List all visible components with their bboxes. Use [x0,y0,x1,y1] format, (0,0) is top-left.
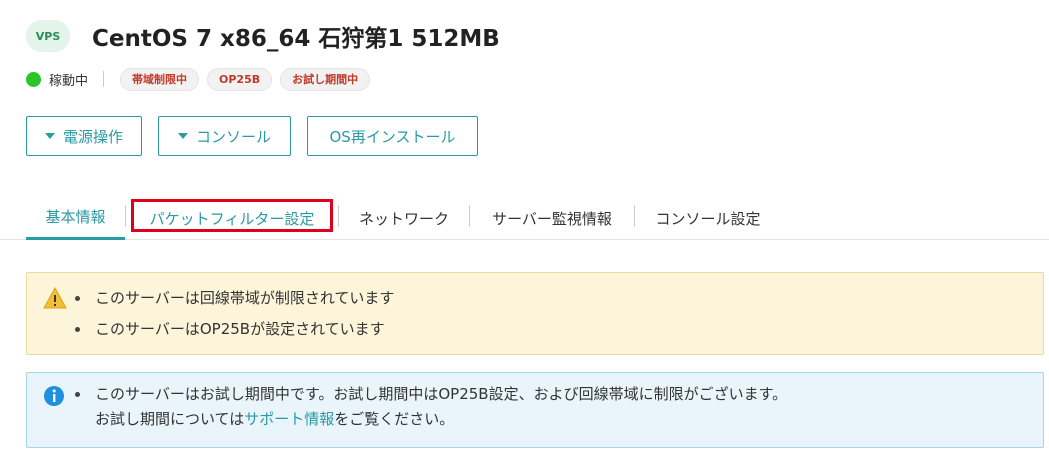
warning-item: このサーバーは回線帯域が制限されています [75,286,394,310]
console-menu-button[interactable]: コンソール [158,116,291,156]
info-alert: このサーバーはお試し期間中です。お試し期間中はOP25B設定、および回線帯域に制… [26,372,1044,448]
bandwidth-limit-tag: 帯域制限中 [120,67,200,91]
warning-item: このサーバーはOP25Bが設定されています [75,317,394,341]
info-line-2-prefix: お試し期間については [95,410,245,428]
tab-console-settings[interactable]: コンソール設定 [640,196,776,240]
info-list: このサーバーはお試し期間中です。お試し期間中はOP25B設定、および回線帯域に制… [75,382,787,432]
tab-divider [469,205,470,227]
info-item: このサーバーはお試し期間中です。お試し期間中はOP25B設定、および回線帯域に制… [75,382,787,432]
caret-down-icon [177,133,188,139]
info-line-1: このサーバーはお試し期間中です。お試し期間中はOP25B設定、および回線帯域に制… [95,385,788,403]
status-row: 稼動中 帯域制限中 OP25B お試し期間中 [26,67,378,91]
tab-server-monitoring[interactable]: サーバー監視情報 [475,196,629,240]
vps-badge: VPS [26,20,70,52]
warning-list: このサーバーは回線帯域が制限されています このサーバーはOP25Bが設定されてい… [75,286,394,341]
warning-alert: このサーバーは回線帯域が制限されています このサーバーはOP25Bが設定されてい… [26,272,1044,355]
tab-divider [338,205,339,227]
info-line-2-suffix: をご覧ください。 [334,410,455,428]
status-divider [103,71,105,87]
tab-network[interactable]: ネットワーク [344,196,464,240]
console-menu-label: コンソール [195,127,271,146]
server-header: VPS CentOS 7 x86_64 石狩第1 512MB [26,19,500,53]
status-label: 稼動中 [49,73,89,89]
op25b-tag: OP25B [207,67,273,91]
tab-divider [125,205,126,227]
os-reinstall-button[interactable]: OS再インストール [307,116,478,156]
status-indicator-icon [26,71,41,87]
os-reinstall-label: OS再インストール [329,127,456,146]
power-menu-button[interactable]: 電源操作 [26,116,142,156]
tab-divider [634,205,635,227]
power-menu-label: 電源操作 [62,127,123,146]
warning-icon [43,286,67,313]
server-title: CentOS 7 x86_64 石狩第1 512MB [92,26,500,52]
trial-period-tag: お試し期間中 [280,67,371,91]
info-icon [43,385,65,411]
highlight-annotation-box [131,199,333,232]
support-info-link[interactable]: サポート情報 [244,410,334,428]
action-buttons: 電源操作 コンソール OS再インストール [26,116,494,156]
caret-down-icon [44,133,55,139]
tab-basic-info[interactable]: 基本情報 [26,196,125,240]
